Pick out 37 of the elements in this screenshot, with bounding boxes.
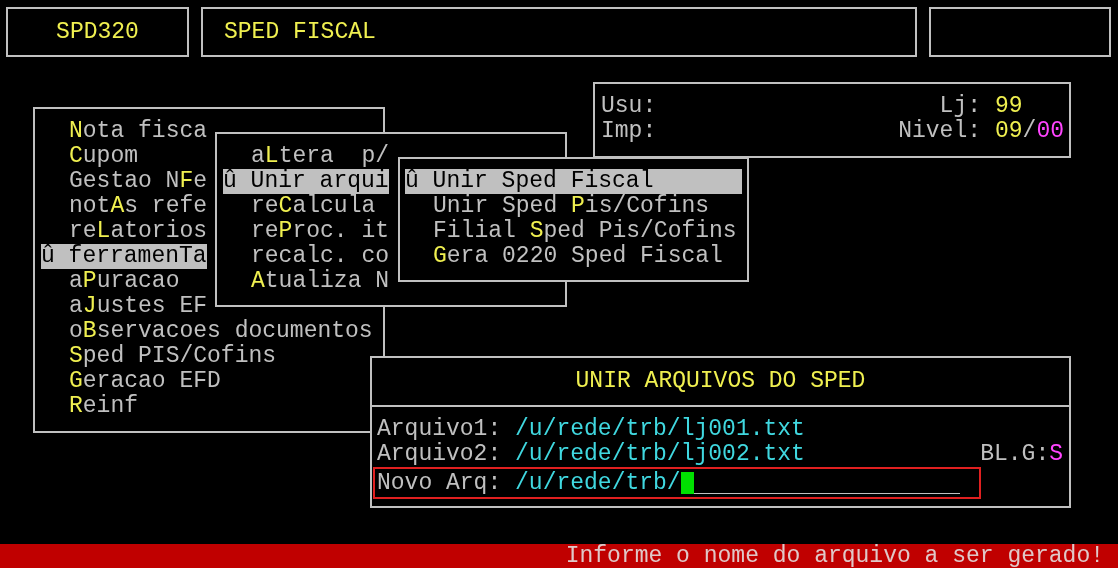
menu-item[interactable]: aJustes EF — [69, 293, 208, 319]
menu-item[interactable]: Unir Sped Pis/Cofins — [433, 193, 710, 219]
new-file-field[interactable]: Novo Arq: /u/rede/trb/ — [373, 467, 981, 499]
status-message: Informe o nome do arquivo a ser gerado! — [565, 543, 1104, 568]
file-line: Arquivo1: /u/rede/trb/lj001.txt — [377, 417, 805, 442]
store-value: 99 — [995, 92, 1023, 119]
menu-item[interactable]: Sped PIS/Cofins — [69, 343, 277, 369]
menu-item[interactable]: Cupom — [69, 143, 139, 169]
store-label: Lj: — [938, 93, 981, 119]
text-cursor — [680, 472, 694, 494]
menu-item[interactable]: Reinf — [69, 393, 139, 419]
menu-item[interactable]: Atualiza N — [251, 268, 390, 294]
menu-item[interactable]: reProc. it — [251, 218, 390, 244]
menu-item[interactable]: reCalcula — [251, 193, 376, 219]
menu-item[interactable]: û Unir arqui — [223, 168, 389, 194]
menu-item[interactable]: aLtera p/ — [251, 143, 390, 169]
menu-item[interactable]: Gestao NFe — [69, 168, 208, 194]
menu-item[interactable]: û ferramenTa — [41, 243, 207, 269]
file-line: Arquivo2: /u/rede/trb/lj002.txt — [377, 442, 805, 467]
printer-label: Imp: — [601, 118, 657, 144]
level-label: Nivel: — [897, 118, 981, 144]
menu-item[interactable]: û Unir Sped Fiscal — [405, 168, 742, 194]
menu-item[interactable]: reLatorios — [69, 218, 208, 244]
menu-item[interactable]: recalc. co — [251, 243, 390, 269]
menu-item[interactable]: Filial Sped Pis/Cofins — [433, 218, 737, 244]
option-indicator: BL.G:S — [980, 442, 1063, 467]
menu-item[interactable]: notAs refe — [69, 193, 208, 219]
menu-item[interactable]: aPuracao — [69, 268, 180, 294]
level-value: 09/00 — [995, 117, 1065, 144]
program-code: SPD320 — [6, 7, 189, 57]
screen-title: SPED FISCAL — [201, 7, 917, 57]
menu-item[interactable]: Nota fisca — [69, 118, 208, 144]
menu-item[interactable]: Geracao EFD — [69, 368, 221, 394]
user-label: Usu: — [601, 93, 657, 119]
menu-item[interactable]: Gera 0220 Sped Fiscal — [433, 243, 723, 269]
menu-item[interactable]: oBservacoes documentos — [69, 318, 373, 344]
dialog-title: UNIR ARQUIVOS DO SPED — [575, 369, 866, 394]
